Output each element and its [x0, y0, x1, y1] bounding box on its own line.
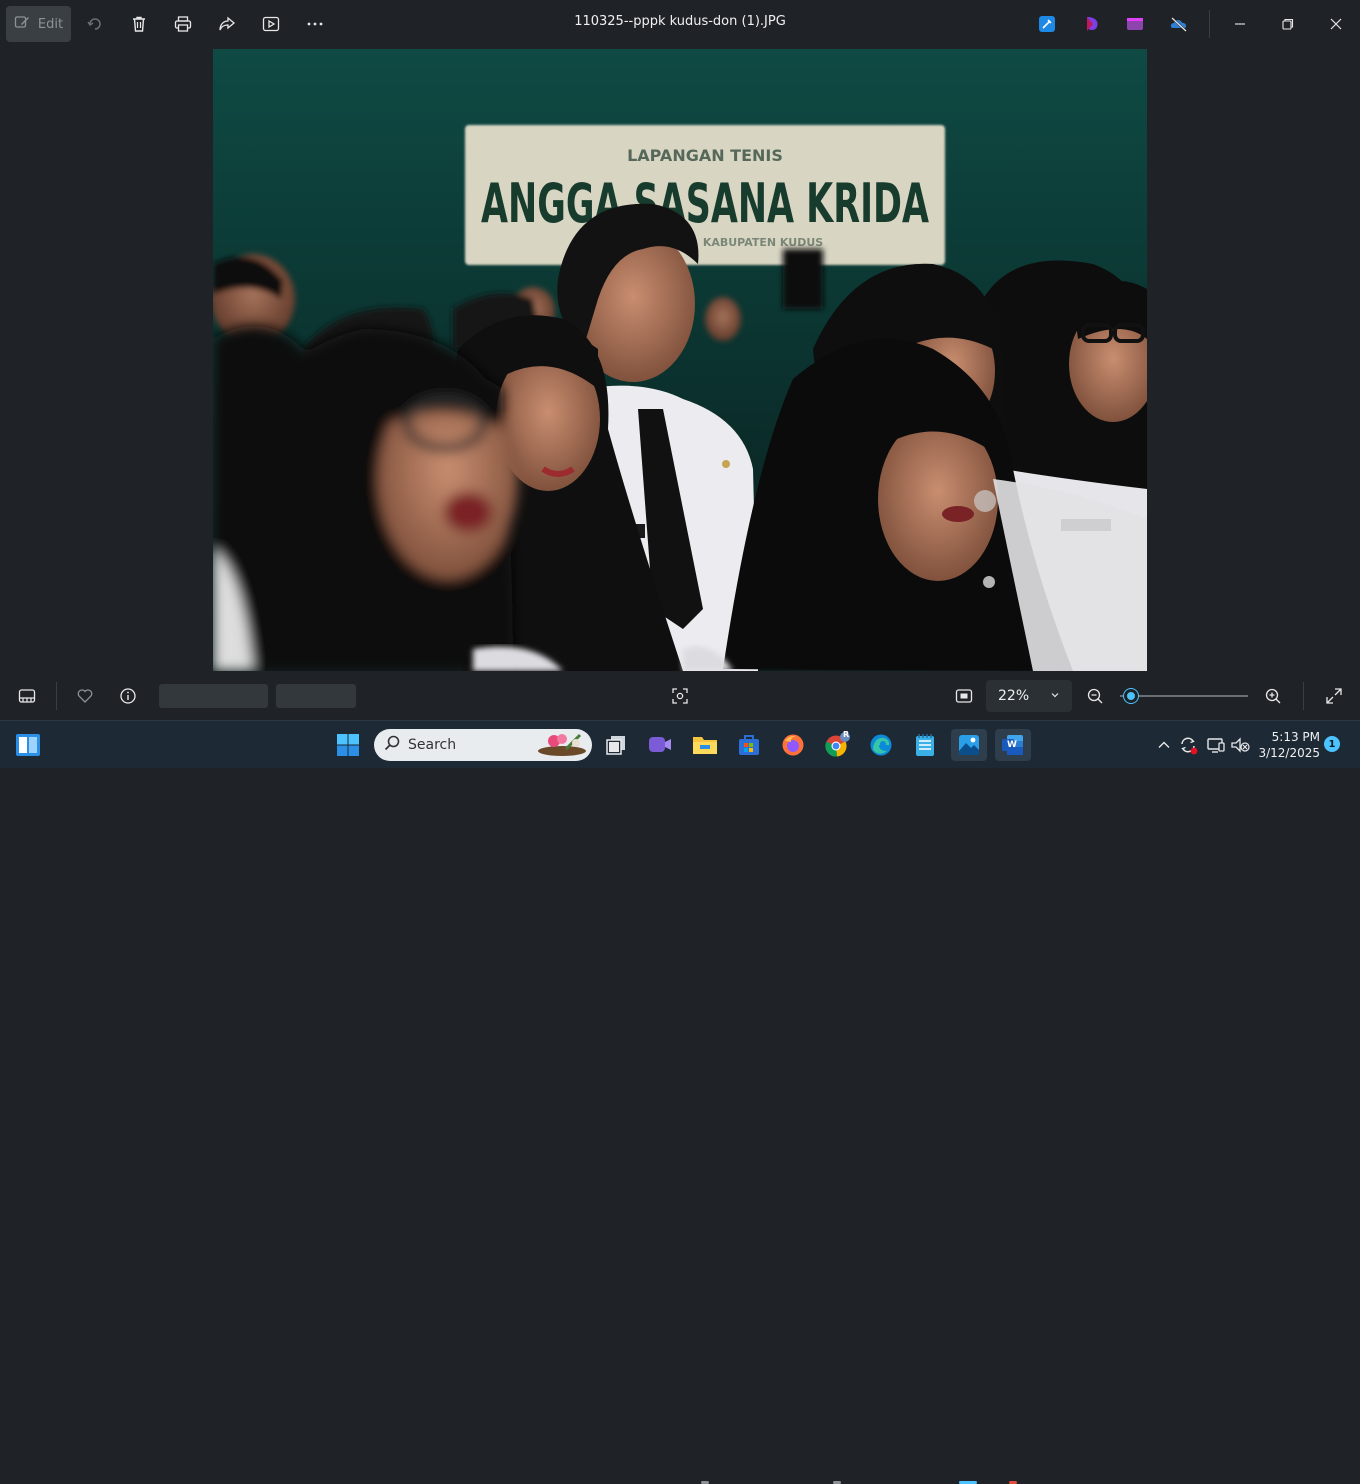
- zoom-value: 22%: [998, 688, 1030, 704]
- file-explorer-icon[interactable]: [689, 729, 721, 761]
- rotate-icon[interactable]: [83, 12, 107, 36]
- clipchamp-icon[interactable]: [1080, 12, 1104, 36]
- chrome-profile-badge: R: [843, 730, 850, 739]
- favorite-icon[interactable]: [73, 684, 97, 708]
- edit-icon: [14, 14, 30, 34]
- share-icon[interactable]: [215, 12, 239, 36]
- photos-app: Edit 110325--pppk kudus-don (1).JPG LAPA…: [0, 0, 1360, 720]
- edit-label: Edit: [37, 16, 64, 32]
- notepad-icon[interactable]: [909, 729, 941, 761]
- zoom-slider-thumb[interactable]: [1124, 689, 1138, 703]
- system-clock[interactable]: 5:13 PM 3/12/2025: [1258, 729, 1320, 761]
- taskbar: Search R W 5:13 PM 3/12/2025: [0, 720, 1360, 1484]
- delete-icon[interactable]: [127, 12, 151, 36]
- task-view-icon[interactable]: [600, 729, 632, 761]
- clock-time: 5:13 PM: [1271, 730, 1320, 744]
- store-icon[interactable]: [733, 729, 765, 761]
- sign-main-text: ANGGA SASANA KRIDA: [481, 172, 929, 235]
- zoom-in-icon[interactable]: [1261, 684, 1285, 708]
- slideshow-icon[interactable]: [259, 12, 283, 36]
- sign-board: LAPANGAN TENIS ANGGA SASANA KRIDA KABUPA…: [465, 125, 945, 265]
- print-icon[interactable]: [171, 12, 195, 36]
- file-info-placeholder: [159, 684, 268, 708]
- close-button[interactable]: [1324, 12, 1348, 36]
- top-toolbar: Edit 110325--pppk kudus-don (1).JPG: [0, 0, 1360, 48]
- actual-size-icon[interactable]: [952, 684, 976, 708]
- search-placeholder: Search: [408, 737, 457, 753]
- clock-date: 3/12/2025: [1258, 746, 1320, 760]
- fullscreen-icon[interactable]: [1322, 684, 1346, 708]
- meet-icon[interactable]: [644, 729, 676, 761]
- search-icon: [384, 735, 400, 755]
- minimize-button[interactable]: [1228, 12, 1252, 36]
- search-highlight-icon: [536, 729, 588, 761]
- more-icon[interactable]: [303, 12, 327, 36]
- start-icon[interactable]: [332, 729, 364, 761]
- sign-bottom-text: KABUPATEN KUDUS: [703, 236, 823, 249]
- zoom-slider-track[interactable]: [1120, 695, 1248, 697]
- network-volume-icon[interactable]: [1225, 729, 1257, 761]
- visual-search-icon[interactable]: [668, 684, 692, 708]
- word-icon[interactable]: W: [995, 729, 1031, 761]
- widgets-icon[interactable]: [12, 729, 44, 761]
- info-icon[interactable]: [116, 684, 140, 708]
- photo-canvas[interactable]: LAPANGAN TENIS ANGGA SASANA KRIDA KABUPA…: [213, 49, 1147, 671]
- bottom-separator-2: [1303, 682, 1304, 710]
- photo-image: LAPANGAN TENIS ANGGA SASANA KRIDA KABUPA…: [213, 49, 1147, 671]
- edge-icon[interactable]: [865, 729, 897, 761]
- chrome-icon[interactable]: R: [821, 729, 853, 761]
- sign-top-text: LAPANGAN TENIS: [627, 146, 783, 165]
- bottom-separator: [56, 682, 57, 710]
- video-editor-icon[interactable]: [1123, 12, 1147, 36]
- edit-button[interactable]: Edit: [6, 6, 71, 42]
- word-letter: W: [1007, 740, 1017, 750]
- file-size-placeholder: [276, 684, 356, 708]
- designer-icon[interactable]: [1035, 12, 1059, 36]
- photos-taskbar-icon[interactable]: [951, 729, 987, 761]
- zoom-dropdown[interactable]: 22%: [986, 680, 1072, 712]
- onedrive-off-icon[interactable]: [1167, 12, 1191, 36]
- filmstrip-icon[interactable]: [15, 684, 39, 708]
- zoom-out-icon[interactable]: [1083, 684, 1107, 708]
- taskbar-search[interactable]: Search: [374, 729, 592, 761]
- toolbar-separator: [1209, 10, 1210, 38]
- window-title: 110325--pppk kudus-don (1).JPG: [574, 14, 786, 29]
- firefox-icon[interactable]: [777, 729, 809, 761]
- notification-badge[interactable]: 1: [1324, 736, 1340, 752]
- chevron-down-icon: [1050, 688, 1060, 704]
- restore-button[interactable]: [1276, 12, 1300, 36]
